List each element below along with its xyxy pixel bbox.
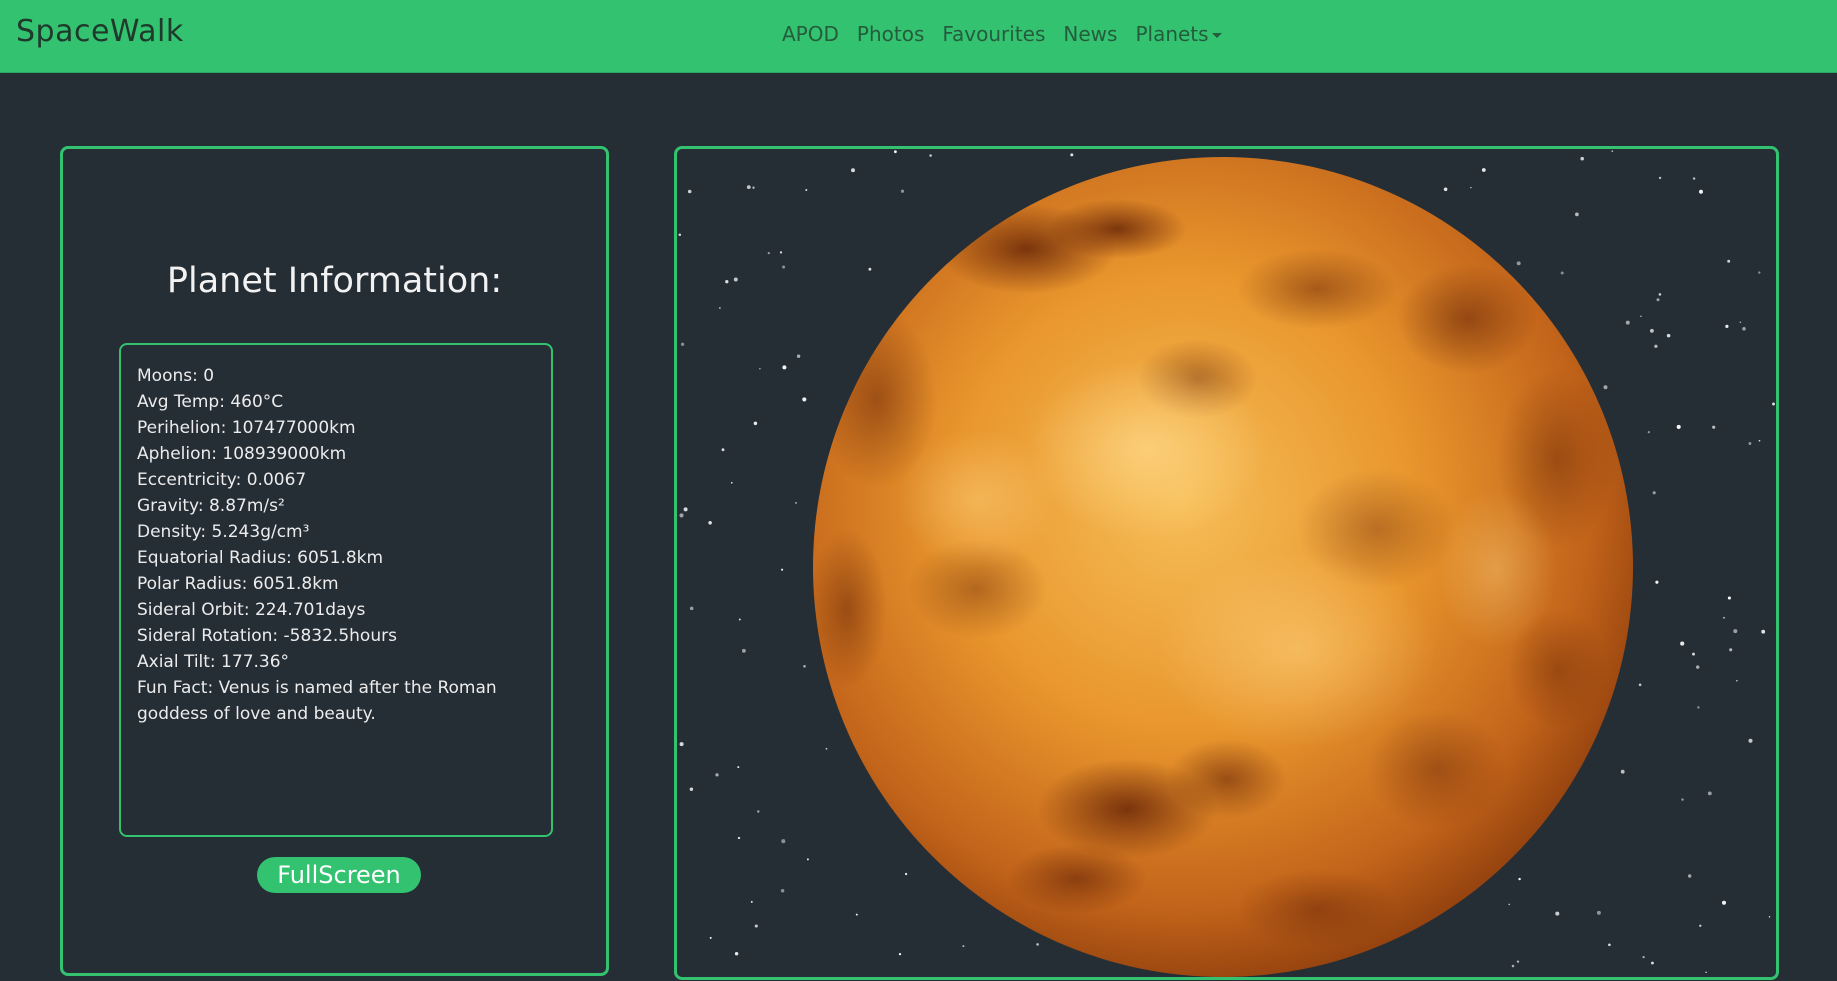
info-equatorial-radius: Equatorial Radius: 6051.8km [137, 548, 384, 568]
info-avg-temp: Avg Temp: 460°C [137, 392, 284, 412]
planets-dropdown-label: Planets [1135, 22, 1209, 46]
planet-3d-viewer[interactable] [674, 146, 1779, 980]
info-moons: Moons: 0 [137, 366, 215, 386]
info-sideral-rotation: Sideral Rotation: -5832.5hours [137, 626, 397, 646]
nav-link-news[interactable]: News [1063, 22, 1117, 46]
planet-info-title: Planet Information: [166, 261, 503, 301]
info-aphelion: Aphelion: 108939000km [137, 444, 347, 464]
info-gravity: Gravity: 8.87m/s² [137, 496, 285, 516]
nav-links: APOD Photos Favourites News Planets [782, 22, 1222, 46]
info-sideral-orbit: Sideral Orbit: 224.701days [137, 600, 366, 620]
info-polar-radius: Polar Radius: 6051.8km [137, 574, 339, 594]
planets-dropdown[interactable]: Planets [1135, 22, 1222, 46]
caret-down-icon [1211, 32, 1222, 38]
nav-link-favourites[interactable]: Favourites [942, 22, 1045, 46]
info-fun-fact: Fun Fact: Venus is named after the Roman… [137, 678, 497, 724]
nav-link-apod[interactable]: APOD [782, 22, 839, 46]
info-axial-tilt: Axial Tilt: 177.36° [137, 652, 290, 672]
nav-link-photos[interactable]: Photos [857, 22, 924, 46]
planet-info-card: Planet Information: Moons: 0 Avg Temp: 4… [60, 146, 609, 976]
info-perihelion: Perihelion: 107477000km [137, 418, 356, 438]
planet-info-box: Moons: 0 Avg Temp: 460°C Perihelion: 107… [119, 343, 553, 837]
info-density: Density: 5.243g/cm³ [137, 522, 310, 542]
navbar: SpaceWalk APOD Photos Favourites News Pl… [0, 0, 1837, 73]
brand-logo[interactable]: SpaceWalk [16, 14, 184, 49]
info-eccentricity: Eccentricity: 0.0067 [137, 470, 307, 490]
planet-scene [678, 150, 1775, 977]
fullscreen-button[interactable]: FullScreen [257, 857, 421, 893]
